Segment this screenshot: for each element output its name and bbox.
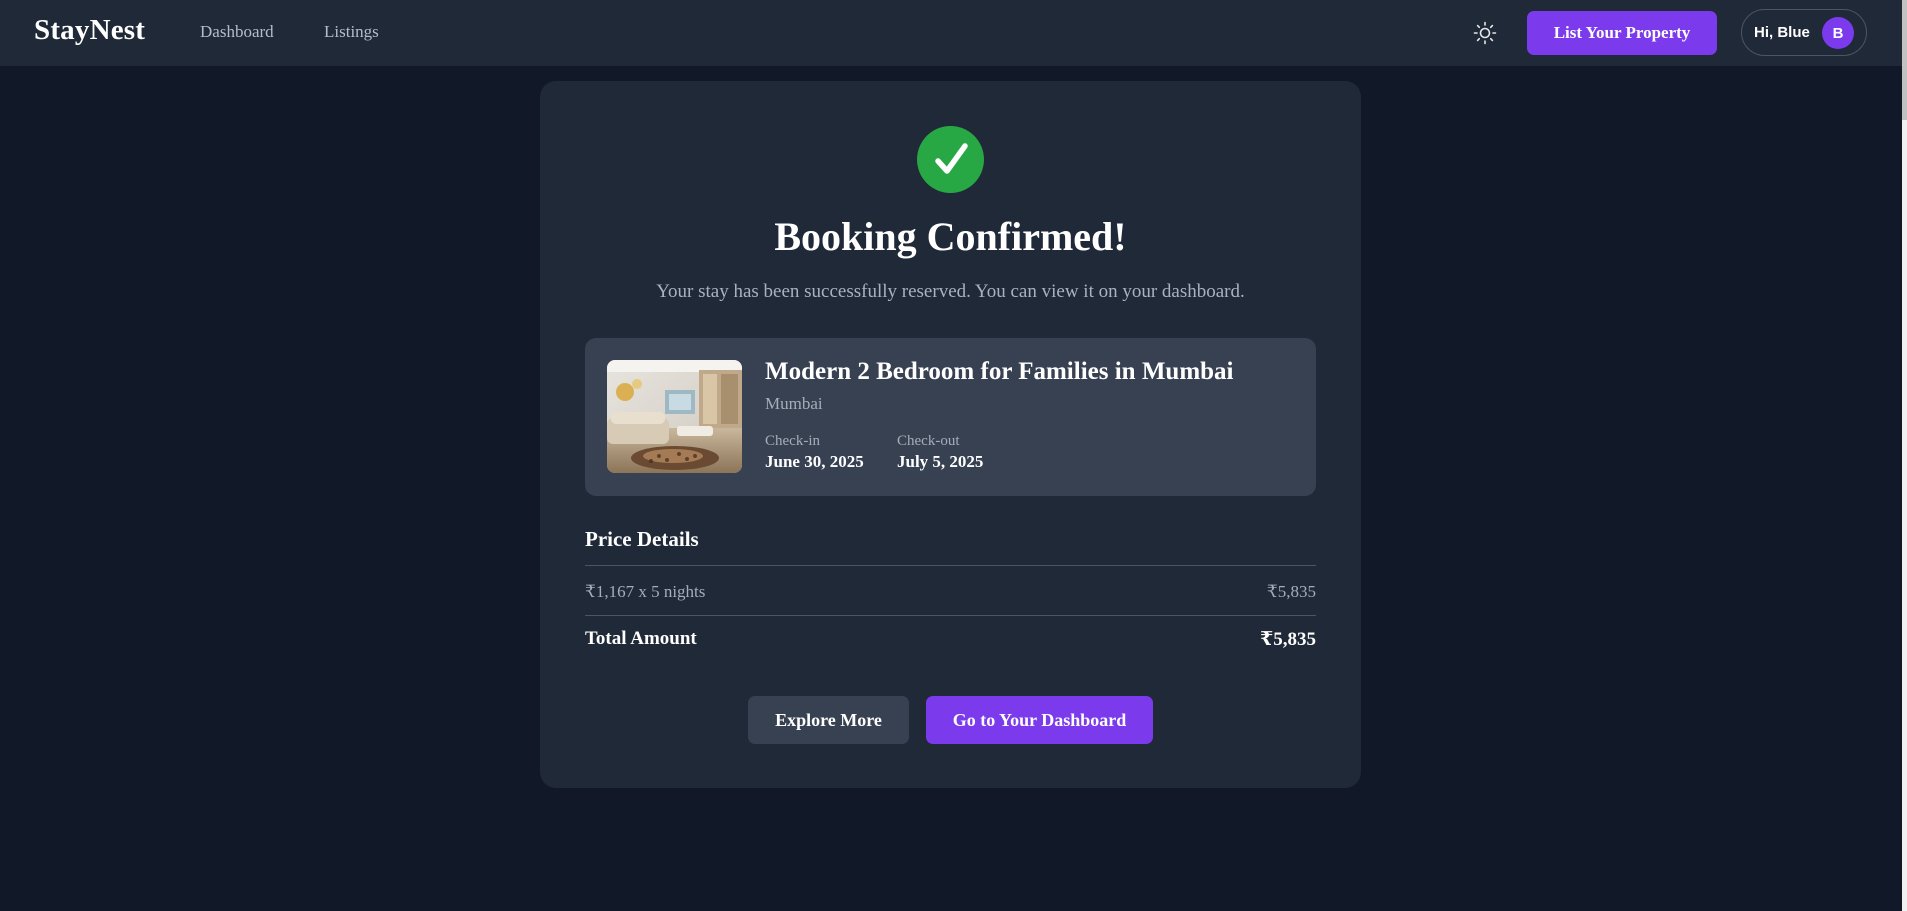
total-amount-value: ₹5,835 [1260, 629, 1316, 650]
go-to-dashboard-button[interactable]: Go to Your Dashboard [926, 696, 1153, 744]
list-your-property-button[interactable]: List Your Property [1527, 11, 1717, 55]
checkout-date: July 5, 2025 [897, 452, 984, 471]
checkout-label: Check-out [897, 433, 960, 449]
check-icon [934, 142, 968, 174]
user-greeting: Hi, Blue [1754, 24, 1810, 41]
nightly-rate-amount: ₹5,835 [1266, 582, 1316, 601]
property-title: Modern 2 Bedroom for Families in Mumbai [765, 358, 1234, 385]
price-divider [585, 565, 1316, 566]
booking-confirmation-card: Booking Confirmed! Your stay has been su… [540, 81, 1361, 788]
booked-property-summary: Modern 2 Bedroom for Families in Mumbai … [585, 338, 1316, 496]
total-amount-label: Total Amount [585, 628, 697, 649]
success-badge [917, 126, 984, 193]
explore-more-button[interactable]: Explore More [748, 696, 909, 744]
nightly-rate-label: ₹1,167 x 5 nights [585, 582, 706, 601]
checkin-label: Check-in [765, 433, 820, 449]
price-details-heading: Price Details [585, 527, 699, 551]
price-line-row: ₹1,167 x 5 nights ₹5,835 [585, 582, 1316, 602]
theme-toggle-button[interactable] [1472, 20, 1498, 46]
page-scrollbar[interactable] [1902, 0, 1907, 911]
avatar: B [1822, 17, 1854, 49]
total-divider [585, 615, 1316, 616]
scrollbar-thumb[interactable] [1902, 0, 1907, 120]
sun-icon [1473, 21, 1497, 45]
checkin-date: June 30, 2025 [765, 452, 864, 471]
confirmation-title: Booking Confirmed! [774, 214, 1127, 259]
property-thumbnail [607, 360, 742, 473]
brand-logo[interactable]: StayNest [34, 14, 145, 47]
top-navigation: StayNest Dashboard Listings List Your Pr… [0, 0, 1907, 66]
total-row: Total Amount ₹5,835 [585, 628, 1316, 651]
confirmation-subtitle: Your stay has been successfully reserved… [656, 281, 1245, 302]
user-menu-button[interactable]: Hi, Blue B [1741, 9, 1867, 56]
nav-link-dashboard[interactable]: Dashboard [200, 22, 274, 42]
nav-link-listings[interactable]: Listings [324, 22, 379, 42]
property-city: Mumbai [765, 394, 823, 413]
